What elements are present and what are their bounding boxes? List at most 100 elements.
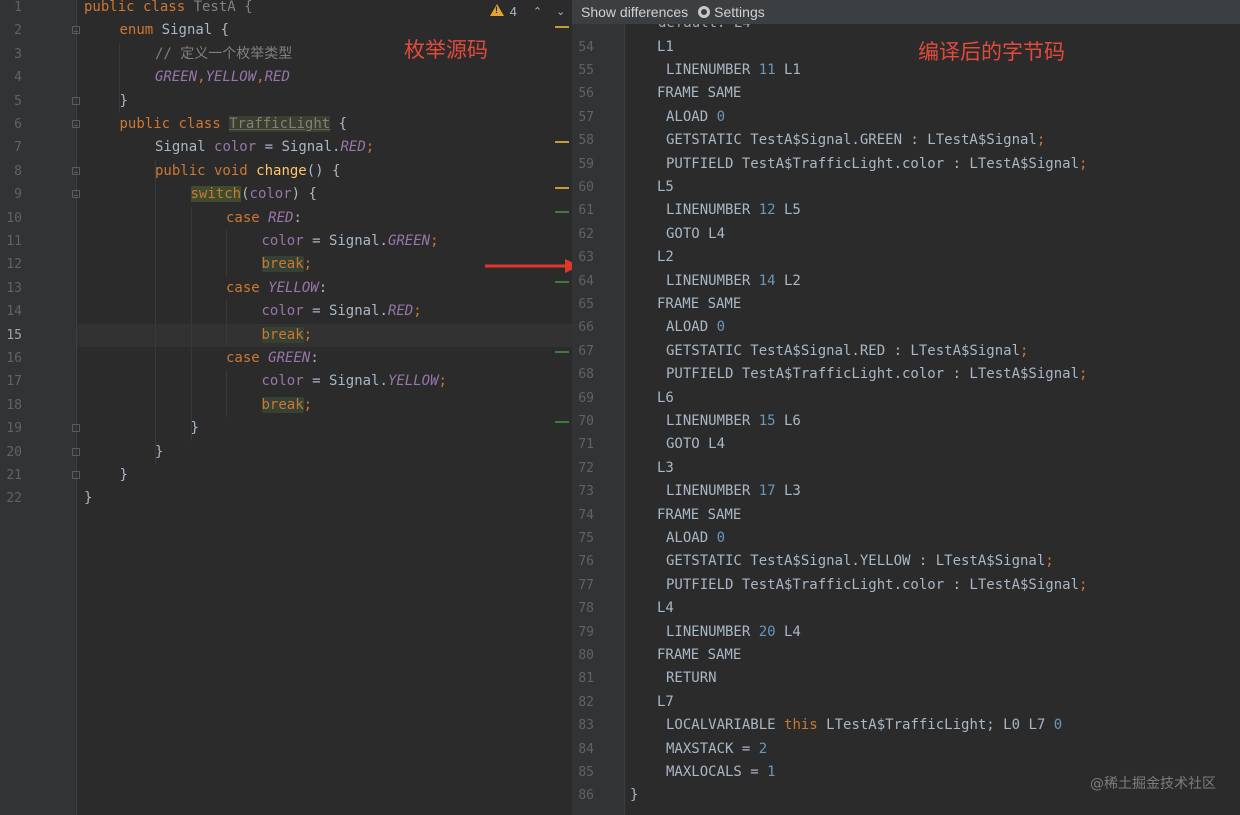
previous-highlight-icon[interactable]: ⌃ [533, 5, 542, 18]
code-line[interactable]: break; [261, 394, 312, 417]
bytecode-line[interactable]: FRAME SAME [657, 293, 741, 316]
show-differences-button[interactable]: Show differences [581, 4, 688, 20]
line-number: 72 [578, 460, 594, 476]
fold-marker-icon[interactable] [72, 96, 80, 105]
bytecode-line[interactable]: LINENUMBER 14 L2 [666, 270, 801, 293]
fold-marker-icon[interactable] [72, 166, 80, 175]
line-number: 59 [578, 156, 594, 172]
code-line[interactable]: GREEN,YELLOW,RED [155, 66, 290, 89]
code-line[interactable]: } [155, 441, 163, 464]
code-line[interactable]: case YELLOW: [226, 277, 327, 300]
bytecode-line[interactable]: GOTO L4 [666, 223, 725, 246]
line-number: 14 [6, 304, 22, 320]
bytecode-line[interactable]: } [630, 784, 638, 807]
code-line[interactable]: Signal color = Signal.RED; [155, 136, 374, 159]
fold-marker-icon[interactable] [72, 190, 80, 199]
bytecode-line[interactable]: FRAME SAME [657, 504, 741, 527]
code-line[interactable]: switch(color) { [190, 183, 317, 206]
bytecode-viewer-pane[interactable]: 54 55 56 57 58 59 60 61 62 63 64 65 66 67 68 69 70 71 72 73… [572, 0, 1240, 815]
fold-marker-icon[interactable] [72, 471, 80, 479]
code-token: color [214, 139, 257, 156]
arrow-right-icon [485, 259, 580, 273]
bytecode-line[interactable]: LOCALVARIABLE this LTestA$TrafficLight; … [666, 714, 1062, 737]
line-number: 57 [578, 109, 594, 125]
line-number: 11 [6, 234, 22, 249]
bytecode-line[interactable]: GOTO L4 [666, 433, 725, 456]
code-line[interactable]: } [120, 90, 128, 113]
bytecode-line[interactable]: GETSTATIC TestA$Signal.YELLOW : LTestA$S… [666, 550, 1054, 573]
code-token: RED [387, 303, 414, 320]
code-line[interactable]: break; [261, 253, 312, 276]
fold-marker-icon[interactable] [72, 424, 80, 433]
fold-marker-icon[interactable] [72, 120, 80, 128]
code-line[interactable]: color = Signal.GREEN; [262, 230, 439, 253]
bytecode-line[interactable]: LINENUMBER 17 L3 [666, 480, 801, 503]
bytecode-token: ALOAD [666, 529, 717, 546]
line-number: 19 [6, 421, 22, 437]
code-line[interactable]: case GREEN: [226, 347, 319, 370]
bytecode-token: 14 [758, 272, 776, 289]
code-line[interactable]: enum Signal { [120, 19, 230, 42]
code-line[interactable]: color = Signal.YELLOW; [262, 370, 447, 393]
diff-change-marker [555, 141, 569, 143]
bytecode-line[interactable]: L4 [657, 597, 674, 620]
bytecode-token: L7 [657, 693, 674, 710]
settings-button[interactable]: Settings [698, 4, 765, 20]
line-number: 15 [6, 327, 22, 343]
bytecode-token: L5 [657, 178, 674, 195]
bytecode-line[interactable]: FRAME SAME [657, 82, 741, 105]
bytecode-line[interactable]: ALOAD 0 [666, 316, 725, 339]
code-line[interactable]: public void change() { [155, 160, 340, 183]
code-token: : [318, 279, 328, 296]
bytecode-line[interactable]: GETSTATIC TestA$Signal.RED : LTestA$Sign… [666, 340, 1028, 363]
code-line[interactable]: case RED: [226, 207, 302, 230]
bytecode-token: ALOAD [666, 319, 717, 336]
bytecode-line[interactable]: LINENUMBER 20 L4 [666, 621, 801, 644]
diff-insert-marker [555, 281, 569, 283]
fold-marker-icon[interactable] [72, 26, 80, 35]
bytecode-line[interactable]: RETURN [666, 667, 717, 690]
warning-count: 4 [509, 3, 517, 19]
bytecode-line[interactable]: PUTFIELD TestA$TrafficLight.color : LTes… [666, 153, 1087, 176]
source-annotation-label: 枚举源码 [404, 38, 488, 62]
bytecode-line[interactable]: PUTFIELD TestA$TrafficLight.color : LTes… [666, 574, 1087, 597]
bytecode-line[interactable]: L7 [657, 691, 674, 714]
code-line[interactable]: color = Signal.RED; [262, 300, 422, 323]
code-line[interactable]: break; [261, 324, 313, 347]
code-token: ) { [291, 186, 317, 203]
source-line-gutter: 1 2 3 4 5 6 7 8 9 10 11 12 13 14 15 16 17 18 19 20 21 22 [0, 0, 77, 815]
bytecode-line[interactable]: L5 [657, 176, 674, 199]
bytecode-line[interactable]: PUTFIELD TestA$TrafficLight.color : LTes… [666, 363, 1087, 386]
bytecode-line[interactable]: MAXLOCALS = 1 [666, 761, 776, 784]
line-number: 66 [578, 320, 594, 336]
warning-indicator[interactable]: 4 [490, 3, 517, 19]
bytecode-token: L2 [775, 272, 801, 289]
bytecode-token: 0 [716, 108, 726, 125]
code-line[interactable]: public class TrafficLight { [120, 113, 347, 136]
code-token: ; [303, 326, 313, 343]
code-line[interactable]: } [120, 464, 128, 487]
bytecode-line[interactable]: L2 [657, 246, 674, 269]
bytecode-line[interactable]: LINENUMBER 12 L5 [666, 199, 801, 222]
source-editor-pane[interactable]: 1 2 3 4 5 6 7 8 9 10 11 12 13 14 15 16 17 18 19 20 21 22 publ… [0, 0, 580, 815]
indent-guide [226, 370, 227, 418]
bytecode-line[interactable]: LINENUMBER 15 L6 [666, 410, 801, 433]
bytecode-line[interactable]: FRAME SAME [657, 644, 741, 667]
code-line[interactable]: // 定义一个枚举类型 [155, 43, 292, 66]
fold-marker-icon[interactable] [72, 447, 80, 456]
bytecode-line[interactable]: GETSTATIC TestA$Signal.GREEN : LTestA$Si… [666, 129, 1045, 152]
bytecode-line[interactable]: L3 [657, 457, 674, 480]
bytecode-line[interactable]: MAXSTACK = 2 [666, 738, 767, 761]
bytecode-line[interactable]: L6 [657, 387, 674, 410]
line-number: 20 [6, 444, 22, 460]
code-token: TestA { [193, 0, 253, 15]
line-number: 58 [578, 133, 594, 149]
code-token: , [256, 69, 265, 86]
bytecode-annotation-label: 编译后的字节码 [918, 40, 1065, 64]
bytecode-line[interactable]: LINENUMBER 11 L1 [666, 59, 801, 82]
code-line[interactable]: } [84, 487, 92, 510]
bytecode-line[interactable]: L1 [657, 36, 674, 59]
bytecode-line[interactable]: ALOAD 0 [666, 527, 725, 550]
code-line[interactable]: public class TestA { [84, 0, 253, 19]
bytecode-line[interactable]: ALOAD 0 [666, 106, 725, 129]
